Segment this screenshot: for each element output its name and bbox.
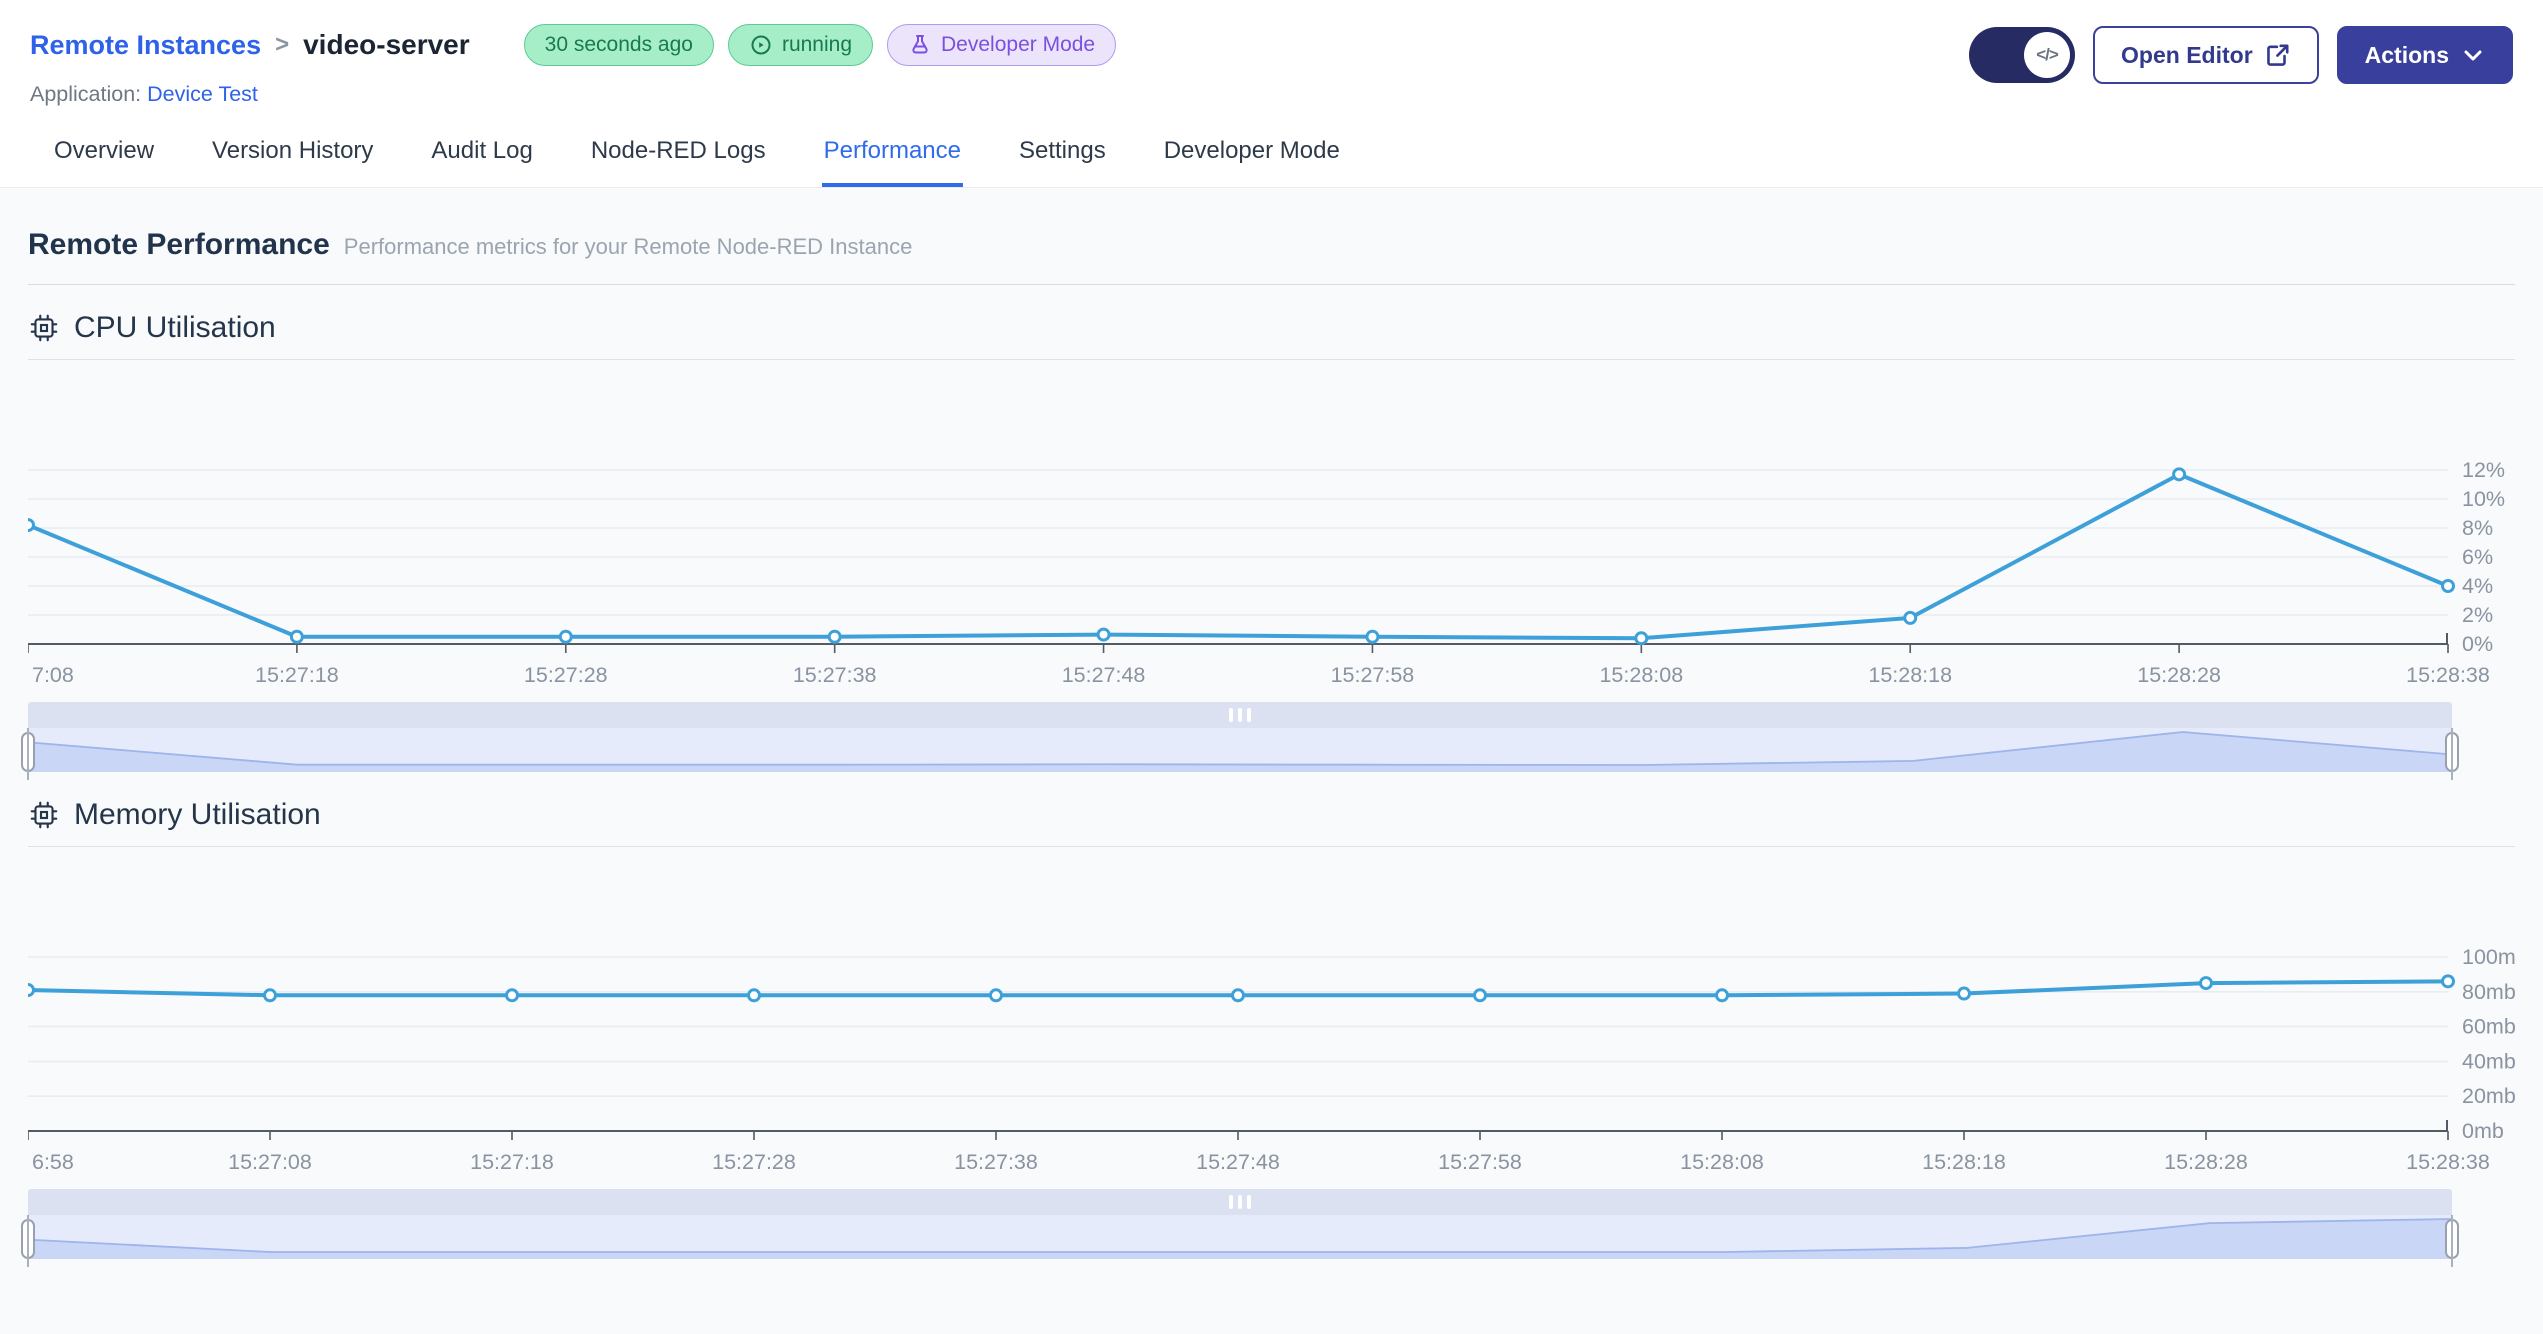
svg-text:15:28:18: 15:28:18 (1868, 663, 1952, 687)
section-title: Memory Utilisation (74, 798, 321, 831)
chevron-down-icon (2464, 50, 2482, 61)
svg-text:6%: 6% (2462, 545, 2493, 569)
range-slider-minichart (28, 1218, 2452, 1259)
actions-button[interactable]: Actions (2336, 26, 2513, 84)
svg-text:15:28:08: 15:28:08 (1599, 663, 1683, 687)
range-slider-left-handle[interactable] (21, 1215, 35, 1267)
range-slider-left-handle[interactable] (21, 728, 35, 780)
svg-text:15:28:18: 15:28:18 (1922, 1150, 2006, 1174)
developer-mode-toggle[interactable]: </> (1969, 27, 2076, 83)
application-label: Application: (30, 82, 142, 106)
range-slider[interactable] (21, 702, 2459, 780)
svg-text:15:27:48: 15:27:48 (1062, 663, 1146, 687)
application-row: Application: Device Test (30, 82, 1969, 107)
chart-section: Memory Utilisation 0mb 20mb 40mb 60mb 80mb 10… (21, 798, 2515, 1267)
code-icon: </> (2024, 32, 2071, 78)
svg-text:20mb: 20mb (2462, 1084, 2515, 1108)
svg-text:15:27:18: 15:27:18 (255, 663, 339, 687)
tab-developer-mode[interactable]: Developer Mode (1162, 129, 1342, 187)
performance-panel: Remote Performance Performance metrics f… (0, 188, 2543, 1334)
svg-text:15:28:28: 15:28:28 (2137, 663, 2221, 687)
svg-text:15:27:28: 15:27:28 (524, 663, 608, 687)
tab-node-red-logs[interactable]: Node-RED Logs (589, 129, 768, 187)
svg-text:12%: 12% (2462, 458, 2505, 482)
instance-name: video-server (303, 29, 470, 60)
svg-text:4%: 4% (2462, 574, 2493, 598)
open-editor-label: Open Editor (2121, 41, 2253, 68)
status-badges: 30 seconds ago running Developer Mode (523, 24, 1117, 66)
section-title: CPU Utilisation (74, 311, 276, 344)
svg-text:15:28:28: 15:28:28 (2164, 1150, 2248, 1174)
divider (28, 284, 2515, 285)
open-editor-button[interactable]: Open Editor (2093, 26, 2319, 84)
svg-text:6:58: 6:58 (32, 1150, 74, 1174)
line-chart: 0mb 20mb 40mb 60mb 80mb 100mb 6:58 15:27:08 15:2… (28, 945, 2515, 1174)
page-title: Remote Performance (28, 228, 330, 261)
svg-text:10%: 10% (2462, 487, 2505, 511)
svg-text:0mb: 0mb (2462, 1119, 2504, 1143)
tab-performance[interactable]: Performance (821, 129, 963, 187)
drag-grip-icon[interactable] (1229, 1195, 1251, 1209)
chart-section: CPU Utilisation 0% 2% 4% 6% 8% 10% 12% 7:08 15:2… (21, 311, 2515, 780)
breadcrumb-parent-link[interactable]: Remote Instances (30, 30, 261, 61)
status-badge: 30 seconds ago (523, 24, 714, 66)
svg-text:15:28:38: 15:28:38 (2406, 663, 2490, 687)
svg-text:2%: 2% (2462, 603, 2493, 627)
svg-text:15:27:38: 15:27:38 (954, 1150, 1038, 1174)
svg-text:8%: 8% (2462, 516, 2493, 540)
svg-text:15:27:18: 15:27:18 (470, 1150, 554, 1174)
svg-text:40mb: 40mb (2462, 1049, 2515, 1073)
page-header: Remote Instances > video-server 30 secon… (0, 0, 2543, 107)
svg-text:15:27:08: 15:27:08 (228, 1150, 312, 1174)
range-slider-window[interactable] (28, 1215, 2452, 1259)
svg-text:15:27:48: 15:27:48 (1196, 1150, 1280, 1174)
line-chart: 0% 2% 4% 6% 8% 10% 12% 7:08 15:27:18 15:27:28 15:2… (28, 458, 2505, 687)
svg-text:7:08: 7:08 (32, 663, 74, 687)
play-circle-icon (749, 33, 773, 57)
svg-text:15:28:08: 15:28:08 (1680, 1150, 1764, 1174)
actions-label: Actions (2364, 41, 2449, 68)
svg-text:15:28:38: 15:28:38 (2406, 1150, 2490, 1174)
svg-text:100mb: 100mb (2462, 945, 2515, 969)
range-slider[interactable] (21, 1189, 2459, 1267)
drag-grip-icon[interactable] (1229, 708, 1251, 722)
external-link-icon (2266, 44, 2289, 66)
range-slider-track[interactable] (28, 702, 2452, 728)
page-subtitle: Performance metrics for your Remote Node… (343, 234, 913, 259)
svg-text:15:27:58: 15:27:58 (1331, 663, 1415, 687)
cpu-chip-icon (30, 801, 58, 829)
breadcrumb: Remote Instances > video-server 30 secon… (30, 24, 1969, 66)
svg-text:15:27:38: 15:27:38 (793, 663, 877, 687)
svg-text:0%: 0% (2462, 632, 2493, 656)
divider (28, 846, 2515, 847)
range-slider-track[interactable] (28, 1189, 2452, 1215)
range-slider-right-handle[interactable] (2445, 1215, 2459, 1267)
divider (28, 359, 2515, 360)
svg-text:15:27:28: 15:27:28 (712, 1150, 796, 1174)
breadcrumb-separator: > (275, 31, 290, 58)
range-slider-right-handle[interactable] (2445, 728, 2459, 780)
svg-text:15:27:58: 15:27:58 (1438, 1150, 1522, 1174)
cpu-chip-icon (30, 314, 58, 342)
application-link[interactable]: Device Test (147, 82, 258, 106)
status-badge: running (727, 24, 874, 66)
status-badge: Developer Mode (887, 24, 1117, 66)
instance-tabs: Overview Version History Audit Log Node-RED… (0, 129, 2543, 188)
range-slider-minichart (28, 731, 2452, 772)
flask-icon (908, 33, 932, 57)
range-slider-window[interactable] (28, 728, 2452, 772)
tab-audit-log[interactable]: Audit Log (429, 129, 534, 187)
tab-version-history[interactable]: Version History (210, 129, 375, 187)
svg-text:80mb: 80mb (2462, 980, 2515, 1004)
tab-settings[interactable]: Settings (1017, 129, 1108, 187)
svg-text:60mb: 60mb (2462, 1015, 2515, 1039)
tab-overview[interactable]: Overview (52, 129, 156, 187)
